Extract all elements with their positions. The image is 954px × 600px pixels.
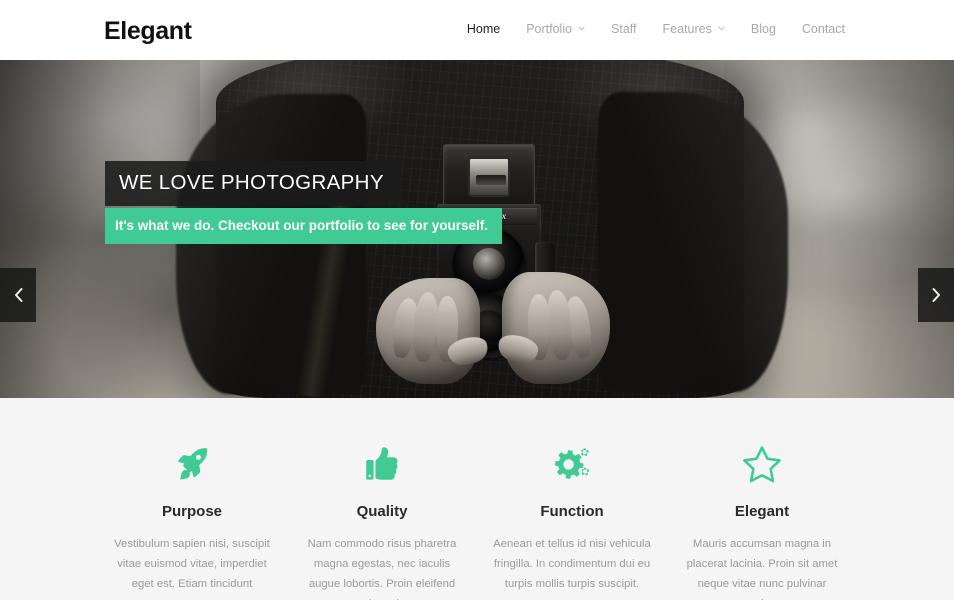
hero-slider: argoflex WE LOVE PHOTOGRAPHY It's what — [0, 60, 954, 398]
site-logo[interactable]: Elegant — [104, 17, 192, 45]
chevron-down-icon — [578, 25, 585, 32]
nav-item-label: Staff — [611, 22, 637, 36]
page-root: Elegant Home Portfolio Staff Features Blog Co… — [0, 0, 954, 600]
slider-prev-button[interactable] — [0, 268, 36, 322]
star-outline-icon — [673, 441, 851, 487]
feature-column: Elegant Mauris accumsan magna in placerat… — [667, 441, 857, 600]
nav-item-contact[interactable]: Contact — [789, 21, 858, 37]
chevron-left-icon — [13, 287, 24, 303]
nav-item-portfolio[interactable]: Portfolio — [513, 21, 598, 37]
nav-item-label: Contact — [801, 22, 845, 36]
features-grid: Purpose Vestibulum sapien nisi, suscipit … — [97, 441, 857, 600]
nav-item-home[interactable]: Home — [454, 21, 513, 37]
nav-item-blog[interactable]: Blog — [738, 21, 789, 37]
camera-viewfinder-glass — [468, 157, 510, 197]
shoulder-right — [598, 92, 788, 392]
feature-description: Nam commodo risus pharetra magna egestas… — [307, 538, 457, 600]
feature-description: Vestibulum sapien nisi, suscipit vitae e… — [114, 538, 270, 600]
nav-item-label: Features — [662, 22, 712, 36]
nav-item-label: Home — [466, 22, 501, 36]
thumbs-up-icon — [293, 441, 471, 487]
site-header: Elegant Home Portfolio Staff Features Blog Co… — [0, 0, 954, 60]
main-navigation: Home Portfolio Staff Features Blog Contact — [454, 21, 858, 37]
feature-title: Purpose — [161, 503, 222, 520]
feature-title: Elegant — [734, 503, 790, 520]
features-section: Purpose Vestibulum sapien nisi, suscipit … — [0, 398, 954, 600]
nav-item-features[interactable]: Features — [650, 21, 738, 37]
slider-next-button[interactable] — [918, 268, 954, 322]
feature-column: Purpose Vestibulum sapien nisi, suscipit … — [97, 441, 287, 600]
feature-column: Quality Nam commodo risus pharetra magna … — [287, 441, 477, 600]
hero-title: WE LOVE PHOTOGRAPHY — [105, 161, 402, 206]
camera-viewfinder-slot — [476, 175, 506, 185]
feature-title: Quality — [356, 503, 408, 520]
nav-item-staff[interactable]: Staff — [598, 21, 649, 37]
camera-viewfinder-hood — [443, 144, 535, 206]
rocket-icon — [103, 441, 281, 487]
nav-item-label: Blog — [750, 22, 776, 36]
feature-column: Function Aenean et tellus id nisi vehicul… — [477, 441, 667, 600]
feature-title: Function — [540, 503, 604, 520]
nav-item-label: Portfolio — [526, 22, 573, 36]
chevron-right-icon — [931, 287, 942, 303]
feature-description: Mauris accumsan magna in placerat lacini… — [686, 538, 838, 600]
feature-description: Aenean et tellus id nisi vehicula fringi… — [493, 538, 651, 590]
chevron-down-icon — [718, 25, 725, 32]
gears-icon — [483, 441, 661, 487]
hero-subtitle: It's what we do. Checkout our portfolio … — [105, 208, 502, 244]
